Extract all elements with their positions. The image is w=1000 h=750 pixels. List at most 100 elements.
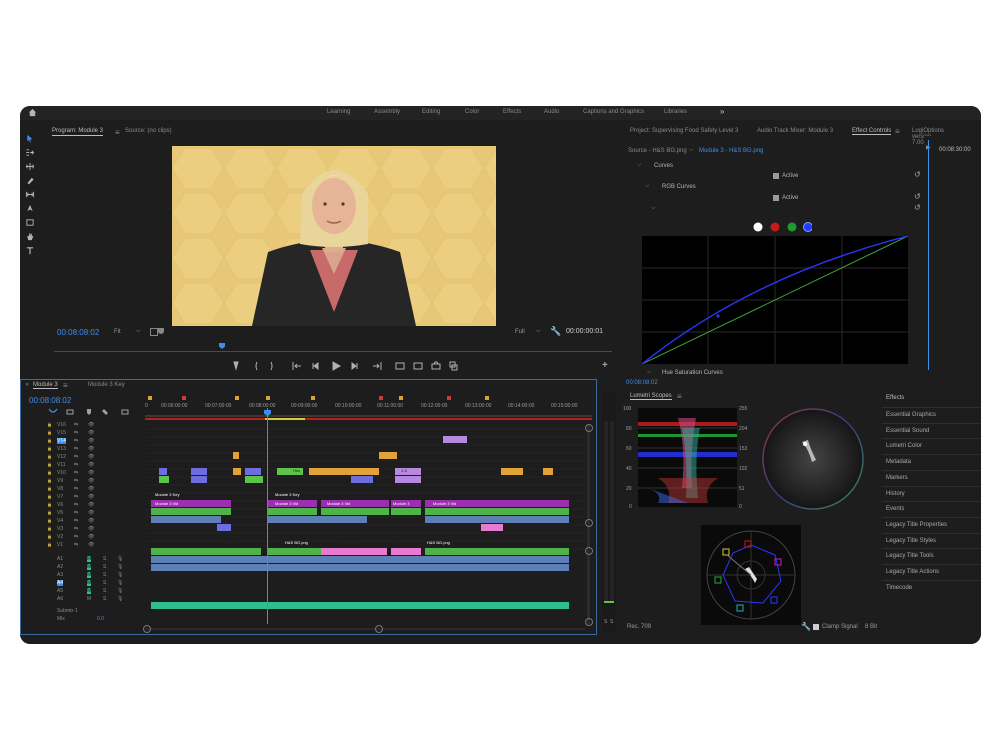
- eye-icon[interactable]: 👁: [88, 534, 94, 540]
- razor-tool-icon[interactable]: [25, 176, 35, 185]
- panel-menu-icon[interactable]: ≡: [63, 381, 68, 390]
- workspace-assembly[interactable]: Assembly: [374, 109, 400, 115]
- audio-track-header[interactable]: A5 M S 🎙: [21, 588, 141, 595]
- tab-source[interactable]: Source: (no clips): [125, 128, 172, 134]
- lock-icon[interactable]: 🔒: [47, 430, 52, 435]
- lock-icon[interactable]: 🔒: [47, 486, 52, 491]
- workspace-color[interactable]: Color: [465, 109, 479, 115]
- effects-list-item[interactable]: Legacy Title Tools: [882, 548, 981, 562]
- video-track-header[interactable]: 🔒 V7 ⇆ 👁: [21, 494, 141, 501]
- tab-effect-controls[interactable]: Effect Controls: [852, 128, 892, 135]
- wrench-icon[interactable]: 🔧: [550, 326, 561, 337]
- scroll-bottom-handle[interactable]: [585, 618, 593, 626]
- eye-icon[interactable]: 👁: [88, 470, 94, 476]
- workspace-audio[interactable]: Audio: [544, 109, 559, 115]
- reset-icon-1[interactable]: ↺: [914, 170, 921, 179]
- audio-track-header[interactable]: A3 M S 🎙: [21, 572, 141, 579]
- effects-list-item[interactable]: Timecode: [882, 579, 981, 594]
- solo-button[interactable]: S: [103, 572, 106, 578]
- tab-audio-mixer[interactable]: Audio Track Mixer: Module 3: [757, 128, 833, 134]
- video-track-header[interactable]: 🔒 V9 ⇆ 👁: [21, 478, 141, 485]
- active-checkbox-2[interactable]: [773, 195, 779, 201]
- video-track-header[interactable]: 🔒 V16 ⇆ 👁: [21, 422, 141, 429]
- panel-menu-icon[interactable]: ≡: [677, 392, 682, 401]
- program-timecode[interactable]: 00:08:08:02: [57, 328, 99, 337]
- sequence-clip-label[interactable]: Module 3 - H&S BG.png: [699, 148, 763, 154]
- source-clip-label[interactable]: Source - H&S BG.png: [628, 148, 687, 154]
- workspace-editing[interactable]: Editing: [422, 109, 440, 115]
- active-checkbox-1[interactable]: [773, 173, 779, 179]
- mute-button[interactable]: M: [87, 572, 92, 578]
- voiceover-mic-icon[interactable]: 🎙: [117, 596, 123, 602]
- sync-lock-icon[interactable]: ⇆: [74, 430, 78, 436]
- hscroll-left-handle[interactable]: [143, 625, 151, 633]
- video-track-header[interactable]: 🔒 V14 ⇆ 👁: [21, 438, 141, 445]
- bit-depth-dropdown[interactable]: 8 Bit: [865, 624, 877, 630]
- sync-lock-icon[interactable]: ⇆: [74, 502, 78, 508]
- audio-track-header[interactable]: A6 M S 🎙: [21, 596, 141, 603]
- audio-track-header[interactable]: A2 M S 🎙: [21, 564, 141, 571]
- tab-module3[interactable]: Module 3: [33, 382, 58, 389]
- tab-lumetri-scopes[interactable]: Lumetri Scopes: [630, 393, 672, 400]
- effects-list-item[interactable]: Legacy Title Styles: [882, 532, 981, 547]
- hscroll-right-handle[interactable]: [375, 625, 383, 633]
- sync-lock-icon[interactable]: ⇆: [74, 478, 78, 484]
- effects-list-item[interactable]: History: [882, 485, 981, 500]
- lock-icon[interactable]: 🔒: [47, 478, 52, 483]
- solo-button[interactable]: S: [103, 596, 106, 602]
- add-button-icon[interactable]: +: [602, 360, 608, 371]
- video-track-header[interactable]: 🔒 V4 ⇆ 👁: [21, 518, 141, 525]
- eye-icon[interactable]: 👁: [88, 502, 94, 508]
- scroll-mid-handle[interactable]: [585, 519, 593, 527]
- eye-icon[interactable]: 👁: [88, 510, 94, 516]
- video-track-header[interactable]: 🔒 V15 ⇆ 👁: [21, 430, 141, 437]
- lock-icon[interactable]: 🔒: [47, 542, 52, 547]
- voiceover-mic-icon[interactable]: 🎙: [117, 572, 123, 578]
- sync-lock-icon[interactable]: ⇆: [74, 470, 78, 476]
- lock-icon[interactable]: 🔒: [47, 462, 52, 467]
- settings-shield-icon[interactable]: [158, 328, 164, 334]
- rgb-expand-icon[interactable]: ⌵: [645, 183, 650, 190]
- eye-icon[interactable]: 👁: [88, 526, 94, 532]
- selection-tool-icon[interactable]: [25, 134, 35, 143]
- tab-module3-key[interactable]: Module 3 Key: [88, 382, 125, 388]
- hand-tool-icon[interactable]: [25, 232, 35, 241]
- lock-icon[interactable]: 🔒: [47, 518, 52, 523]
- tab-project[interactable]: Project: Supervising Food Safety Level 3: [630, 128, 738, 134]
- workspace-libraries[interactable]: Libraries: [664, 109, 687, 115]
- eye-icon[interactable]: 👁: [88, 542, 94, 548]
- workspace-effects[interactable]: Effects: [503, 109, 521, 115]
- ripple-edit-tool-icon[interactable]: [25, 162, 35, 171]
- timeline-timecode[interactable]: 00:08:08:02: [29, 396, 71, 405]
- rgb-curve-graph[interactable]: [642, 236, 908, 364]
- meter-solo-right[interactable]: S: [610, 619, 613, 625]
- lock-icon[interactable]: 🔒: [47, 422, 52, 427]
- slip-tool-icon[interactable]: [25, 190, 35, 199]
- audio-track-header[interactable]: A1 M S 🎙: [21, 556, 141, 563]
- video-track-header[interactable]: 🔒 V12 ⇆ 👁: [21, 454, 141, 461]
- eye-icon[interactable]: 👁: [88, 422, 94, 428]
- tab-program[interactable]: Program: Module 3: [52, 128, 104, 136]
- resolution-chevron-icon[interactable]: ⌵: [536, 328, 541, 335]
- video-track-header[interactable]: 🔒 V13 ⇆ 👁: [21, 446, 141, 453]
- video-track-header[interactable]: 🔒 V8 ⇆ 👁: [21, 486, 141, 493]
- effects-list-item[interactable]: Essential Graphics: [882, 407, 981, 421]
- fit-dropdown[interactable]: Fit: [114, 329, 121, 335]
- effects-list-item[interactable]: Legacy Title Actions: [882, 564, 981, 578]
- mute-button[interactable]: M: [87, 580, 92, 586]
- reset-icon-3[interactable]: ↺: [914, 203, 921, 212]
- sync-lock-icon[interactable]: ⇆: [74, 462, 78, 468]
- effects-list-item[interactable]: Legacy Title Properties: [882, 516, 981, 531]
- effects-list-item[interactable]: Essential Sound: [882, 422, 981, 437]
- lock-icon[interactable]: 🔒: [47, 526, 52, 531]
- video-track-header[interactable]: 🔒 V6 ⇆ 👁: [21, 502, 141, 509]
- audio-track-header[interactable]: A4 M S 🎙: [21, 580, 141, 587]
- eye-icon[interactable]: 👁: [88, 446, 94, 452]
- video-track-header[interactable]: 🔒 V10 ⇆ 👁: [21, 470, 141, 477]
- solo-button[interactable]: S: [103, 580, 106, 586]
- effects-title[interactable]: Effects: [886, 395, 904, 401]
- clamp-signal-checkbox[interactable]: [813, 624, 819, 630]
- program-scrub-bar[interactable]: [54, 351, 612, 352]
- mix-value[interactable]: 0.0: [97, 616, 104, 622]
- mute-button[interactable]: M: [87, 596, 91, 602]
